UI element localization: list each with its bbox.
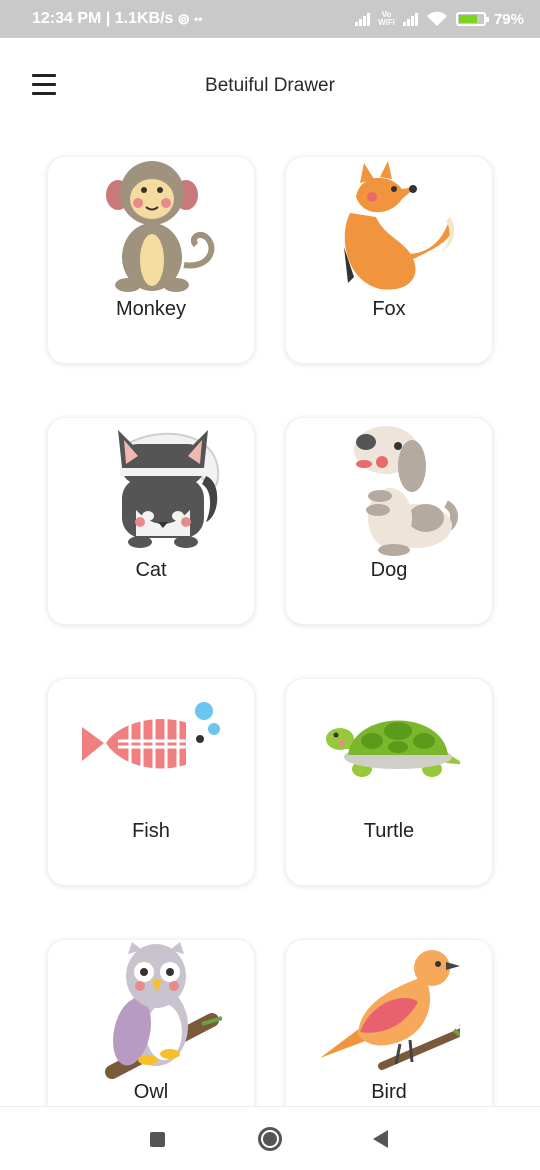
page-title: Betuiful Drawer: [205, 75, 335, 96]
app-bar: Betuiful Drawer: [0, 38, 540, 132]
status-left: 12:34 PM | 1.1KB/s ⊚ ••: [32, 10, 202, 28]
animal-label: Monkey: [115, 298, 187, 320]
monkey-icon: [106, 161, 215, 292]
animal-card-monkey[interactable]: Monkey: [47, 156, 255, 364]
animal-grid: Monkey Fox Cat Dog Fish Turtle Owl Bird: [0, 132, 540, 1106]
animal-label: Owl: [133, 1081, 169, 1103]
animal-card-dog[interactable]: Dog: [285, 417, 493, 625]
animal-label: Dog: [370, 559, 408, 581]
square-icon: [149, 1131, 165, 1147]
vowifi-bottom-label: WiFi: [378, 18, 395, 27]
animal-card-cat[interactable]: Cat: [47, 417, 255, 625]
animal-card-turtle[interactable]: Turtle: [285, 678, 493, 886]
battery-icon: [455, 12, 489, 26]
animal-label: Bird: [371, 1081, 407, 1103]
system-nav-bar: [0, 1106, 540, 1170]
animal-card-fish[interactable]: Fish: [47, 678, 255, 886]
more-notifications-icon: ••: [194, 12, 203, 26]
recents-button[interactable]: [143, 1125, 171, 1153]
vowifi-icon: Vo WiFi: [378, 11, 395, 27]
wifi-icon: [426, 11, 447, 26]
sync-icon: ⊚: [177, 11, 191, 28]
circle-icon: [258, 1127, 282, 1151]
signal-icon: [355, 12, 371, 26]
fox-icon: [344, 161, 455, 290]
animal-label: Cat: [135, 559, 167, 581]
cat-icon: [118, 430, 220, 548]
fish-icon: [82, 702, 220, 771]
battery-percent: 79%: [493, 10, 524, 28]
animal-card-bird[interactable]: Bird: [285, 939, 493, 1106]
animal-card-owl[interactable]: Owl: [47, 939, 255, 1106]
status-right: Vo WiFi 79%: [355, 11, 524, 28]
animal-label: Fish: [132, 820, 170, 842]
animal-label: Fox: [372, 298, 406, 320]
back-triangle-icon: [372, 1130, 388, 1148]
home-button[interactable]: [256, 1125, 284, 1153]
bird-icon: [320, 950, 460, 1070]
dog-icon: [354, 426, 458, 556]
animal-card-fox[interactable]: Fox: [285, 156, 493, 364]
status-time-speed: 12:34 PM | 1.1KB/s: [32, 10, 174, 27]
animal-label: Turtle: [363, 820, 415, 842]
back-button[interactable]: [366, 1125, 394, 1153]
signal-2-icon: [402, 12, 418, 26]
owl-icon: [105, 942, 222, 1079]
status-bar: 12:34 PM | 1.1KB/s ⊚ •• Vo WiFi 79%: [0, 0, 540, 38]
turtle-icon: [326, 720, 460, 777]
